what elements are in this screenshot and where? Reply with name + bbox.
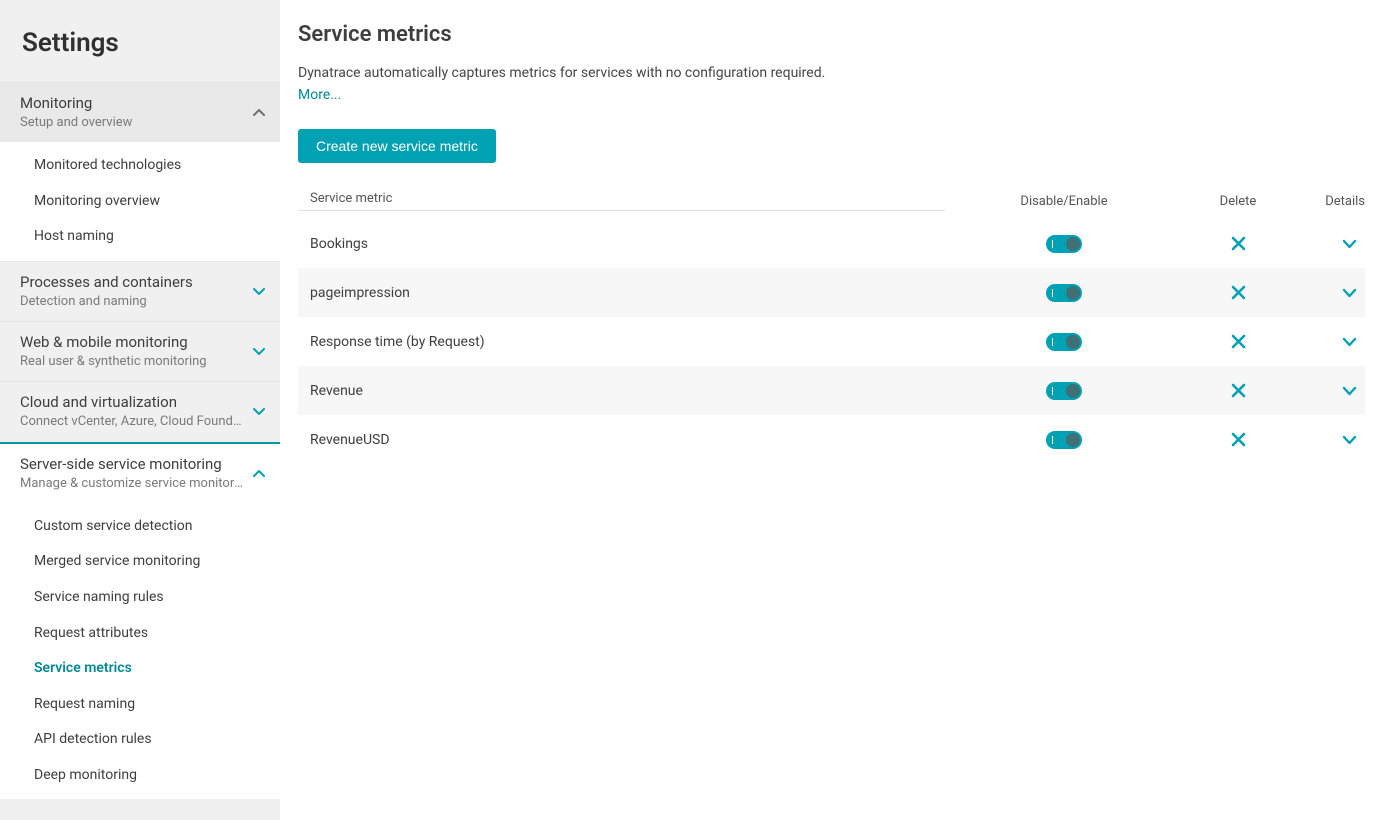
enable-toggle[interactable] — [1046, 382, 1082, 400]
details-expand-icon[interactable] — [1342, 433, 1357, 446]
nav-group-subtitle: Detection and naming — [20, 293, 244, 311]
nav-group-header[interactable]: Processes and containersDetection and na… — [0, 262, 280, 321]
nav-group-header[interactable]: MonitoringSetup and overview — [0, 83, 280, 142]
nav-group-title: Server-side service monitoring — [20, 454, 244, 475]
create-new-service-metric-button[interactable]: Create new service metric — [298, 129, 496, 163]
chevron-up-icon — [252, 467, 266, 480]
enable-toggle[interactable] — [1046, 431, 1082, 449]
nav-group-title: Web & mobile monitoring — [20, 332, 244, 353]
chevron-up-icon — [252, 106, 266, 119]
nav-sub-item[interactable]: Service metrics — [0, 651, 280, 687]
chevron-down-icon — [252, 285, 266, 298]
delete-icon[interactable] — [1231, 383, 1246, 398]
delete-icon[interactable] — [1231, 334, 1246, 349]
delete-icon[interactable] — [1231, 236, 1246, 251]
table-row: Response time (by Request) — [298, 317, 1365, 366]
table-row: Revenue — [298, 366, 1365, 415]
nav-sub-item[interactable]: Custom service detection — [0, 509, 280, 545]
table-header: Service metric Disable/Enable Delete Det… — [298, 191, 1365, 217]
nav-sub-item[interactable]: Merged service monitoring — [0, 544, 280, 580]
nav-group-header[interactable]: Cloud and virtualizationConnect vCenter,… — [0, 382, 280, 441]
enable-toggle[interactable] — [1046, 284, 1082, 302]
nav-sub-item[interactable]: Request attributes — [0, 616, 280, 652]
table-row: pageimpression — [298, 268, 1365, 317]
metric-name: Response time (by Request) — [298, 334, 945, 350]
nav-group-header[interactable]: Web & mobile monitoringReal user & synth… — [0, 322, 280, 381]
nav-sub-item[interactable]: Monitored technologies — [0, 148, 280, 184]
table-row: RevenueUSD — [298, 415, 1365, 464]
nav-sub-item[interactable]: Host naming — [0, 219, 280, 255]
table-row: Bookings — [298, 219, 1365, 268]
nav-sub-item[interactable]: Monitoring overview — [0, 184, 280, 220]
metric-name: pageimpression — [298, 285, 945, 301]
nav-group-title: Cloud and virtualization — [20, 392, 244, 413]
details-expand-icon[interactable] — [1342, 286, 1357, 299]
column-header-name: Service metric — [298, 191, 945, 211]
delete-icon[interactable] — [1231, 285, 1246, 300]
nav-sub-item[interactable]: API detection rules — [0, 722, 280, 758]
chevron-down-icon — [252, 405, 266, 418]
nav-group-header[interactable]: Server-side service monitoringManage & c… — [0, 444, 280, 503]
column-header-toggle: Disable/Enable — [945, 194, 1183, 209]
enable-toggle[interactable] — [1046, 235, 1082, 253]
column-header-delete: Delete — [1183, 194, 1293, 209]
chevron-down-icon — [252, 345, 266, 358]
sidebar: Settings MonitoringSetup and overviewMon… — [0, 0, 280, 820]
column-header-details: Details — [1293, 194, 1365, 209]
nav-group-subtitle: Setup and overview — [20, 114, 244, 132]
metric-name: RevenueUSD — [298, 432, 945, 448]
details-expand-icon[interactable] — [1342, 384, 1357, 397]
page-title: Service metrics — [298, 22, 1365, 47]
nav-group-subtitle: Real user & synthetic monitoring — [20, 353, 244, 371]
nav-group-subtitle: Manage & customize service monitoring — [20, 475, 244, 493]
metric-name: Bookings — [298, 236, 945, 252]
details-expand-icon[interactable] — [1342, 335, 1357, 348]
nav-sub-item[interactable]: Deep monitoring — [0, 758, 280, 794]
nav-sub-item[interactable]: Request naming — [0, 687, 280, 723]
enable-toggle[interactable] — [1046, 333, 1082, 351]
nav-group-title: Processes and containers — [20, 272, 244, 293]
metric-name: Revenue — [298, 383, 945, 399]
nav-group-subtitle: Connect vCenter, Azure, Cloud Foundry, K… — [20, 413, 244, 431]
sidebar-title: Settings — [0, 0, 280, 82]
main-content: Service metrics Dynatrace automatically … — [280, 0, 1399, 820]
nav-sub-item[interactable]: Service naming rules — [0, 580, 280, 616]
nav-group-title: Monitoring — [20, 93, 244, 114]
delete-icon[interactable] — [1231, 432, 1246, 447]
more-link[interactable]: More... — [298, 87, 341, 103]
page-description: Dynatrace automatically captures metrics… — [298, 63, 1365, 84]
metrics-table: Service metric Disable/Enable Delete Det… — [298, 191, 1365, 464]
details-expand-icon[interactable] — [1342, 237, 1357, 250]
